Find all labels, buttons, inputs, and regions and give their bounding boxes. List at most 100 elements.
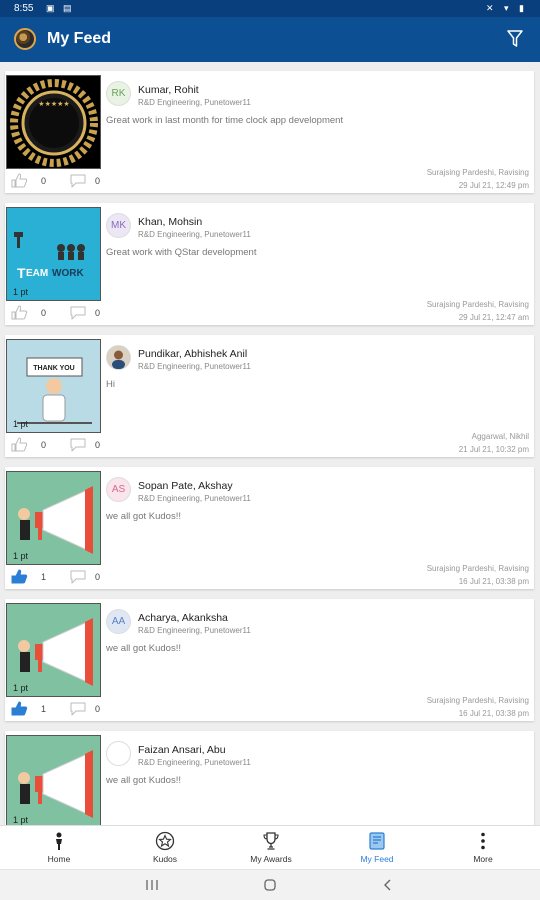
comment-icon[interactable]	[69, 305, 87, 320]
avatar[interactable]	[106, 345, 131, 370]
recipient-name[interactable]: Kumar, Rohit	[138, 84, 199, 96]
feed-card[interactable]: ★★★★★ RK Kumar, Rohit R&D Engineering, P…	[5, 71, 534, 193]
kudos-message: we all got Kudos!!	[106, 511, 181, 522]
comment-count: 0	[95, 704, 101, 714]
nav-label: My Awards	[250, 854, 292, 864]
like-count: 0	[41, 440, 47, 450]
avatar-initials: MK	[111, 220, 126, 231]
svg-text:★★★★★: ★★★★★	[38, 100, 69, 108]
nav-more[interactable]: More	[429, 826, 537, 870]
comment-count: 0	[95, 308, 101, 318]
svg-text:EAM: EAM	[26, 268, 48, 279]
recipient-department: R&D Engineering, Punetower11	[138, 230, 251, 239]
award-image[interactable]: THANK YOU 1 pt	[6, 339, 101, 433]
avatar-initials: AS	[111, 484, 126, 495]
recipient-name[interactable]: Khan, Mohsin	[138, 216, 202, 228]
recipient-name[interactable]: Acharya, Akanksha	[138, 612, 228, 624]
avatar-initials: AA	[111, 616, 126, 627]
thumbs-up-icon[interactable]	[11, 305, 28, 320]
avatar[interactable]	[106, 741, 131, 766]
kudos-message: we all got Kudos!!	[106, 643, 181, 654]
points-label: 1 pt	[13, 815, 29, 825]
giver-name: Surajsing Pardeshi, Ravising	[426, 168, 529, 177]
more-vertical-icon	[473, 831, 493, 851]
svg-text:WORK: WORK	[52, 268, 84, 279]
feed-card[interactable]: THANK YOU 1 pt Pundikar, Abhishek Anil R…	[5, 335, 534, 457]
recipient-name[interactable]: Faizan Ansari, Abu	[138, 744, 226, 756]
nav-my-awards[interactable]: My Awards	[217, 826, 325, 870]
post-date: 29 Jul 21, 12:49 pm	[458, 181, 529, 190]
reactions-bar: 0 0	[11, 437, 111, 453]
avatar[interactable]: AA	[106, 609, 131, 634]
award-image[interactable]: 1 pt	[6, 735, 101, 825]
giver-name: Aggarwal, Nikhil	[471, 432, 529, 441]
status-time: 8:55	[14, 3, 34, 14]
nav-kudos[interactable]: Kudos	[111, 826, 219, 870]
post-date: 29 Jul 21, 12:47 am	[458, 313, 529, 322]
giver-name: Surajsing Pardeshi, Ravising	[426, 564, 529, 573]
page-title: My Feed	[47, 30, 112, 47]
thumbs-up-icon[interactable]	[11, 437, 28, 452]
recipient-department: R&D Engineering, Punetower11	[138, 626, 251, 635]
kudos-message: Hi	[106, 379, 115, 390]
award-image[interactable]: T EAM WORK 1 pt	[6, 207, 101, 301]
like-count: 1	[41, 572, 47, 582]
comment-count: 0	[95, 176, 101, 186]
star-badge-icon	[155, 831, 175, 851]
nav-home[interactable]: Home	[5, 826, 113, 870]
like-count: 0	[41, 308, 47, 318]
giver-name: Surajsing Pardeshi, Ravising	[426, 300, 529, 309]
post-date: 16 Jul 21, 03:38 pm	[458, 709, 529, 718]
award-image[interactable]: 1 pt	[6, 603, 101, 697]
avatar-initials: RK	[111, 88, 126, 99]
comment-icon[interactable]	[69, 173, 87, 188]
bottom-navigation: Home Kudos My Awards My Feed More	[0, 825, 540, 869]
points-label: 1 pt	[13, 287, 29, 297]
comment-icon[interactable]	[69, 437, 87, 452]
reactions-bar: 1 0	[11, 569, 111, 585]
home-system-icon[interactable]	[262, 878, 278, 892]
app-bar: My Feed	[0, 17, 540, 62]
nav-my-feed[interactable]: My Feed	[323, 826, 431, 870]
back-icon[interactable]	[380, 878, 396, 892]
app-logo-icon	[14, 28, 36, 50]
recipient-name[interactable]: Pundikar, Abhishek Anil	[138, 348, 247, 360]
feed-card[interactable]: 1 pt AA Acharya, Akanksha R&D Engineerin…	[5, 599, 534, 721]
points-label: 1 pt	[13, 551, 29, 561]
like-count: 0	[41, 176, 47, 186]
svg-text:T: T	[17, 265, 26, 281]
award-image[interactable]: ★★★★★	[6, 75, 101, 169]
points-label: 1 pt	[13, 683, 29, 693]
feed-card[interactable]: 1 pt AS Sopan Pate, Akshay R&D Engineeri…	[5, 467, 534, 589]
feed-card[interactable]: 1 pt Faizan Ansari, Abu R&D Engineering,…	[5, 731, 534, 825]
avatar[interactable]: RK	[106, 81, 131, 106]
comment-count: 0	[95, 572, 101, 582]
thumbs-up-icon[interactable]	[11, 701, 28, 716]
kudos-message: Great work in last month for time clock …	[106, 115, 344, 126]
feed-icon	[367, 831, 387, 851]
nav-label: Home	[47, 854, 71, 864]
thumbs-up-icon[interactable]	[11, 569, 28, 584]
reactions-bar: 0 0	[11, 305, 111, 321]
recents-icon[interactable]	[144, 878, 160, 892]
thumbs-up-icon[interactable]	[11, 173, 28, 188]
feed-list: ★★★★★ RK Kumar, Rohit R&D Engineering, P…	[0, 62, 540, 825]
svg-text:THANK YOU: THANK YOU	[33, 365, 74, 372]
avatar[interactable]: MK	[106, 213, 131, 238]
trophy-icon	[261, 831, 281, 851]
filter-icon[interactable]	[506, 28, 524, 50]
avatar[interactable]: AS	[106, 477, 131, 502]
feed-card[interactable]: T EAM WORK 1 pt MK Khan, Mohsin R&D Engine…	[5, 203, 534, 325]
post-date: 21 Jul 21, 10:32 pm	[458, 445, 529, 454]
system-navigation-bar	[0, 869, 540, 900]
award-image[interactable]: 1 pt	[6, 471, 101, 565]
comment-icon[interactable]	[69, 569, 87, 584]
recipient-name[interactable]: Sopan Pate, Akshay	[138, 480, 233, 492]
recipient-department: R&D Engineering, Punetower11	[138, 362, 251, 371]
comment-icon[interactable]	[69, 701, 87, 716]
kudos-message: we all got Kudos!!	[106, 775, 181, 786]
nav-label: Kudos	[152, 854, 178, 864]
reactions-bar: 0 0	[11, 173, 111, 189]
giver-name: Surajsing Pardeshi, Ravising	[426, 696, 529, 705]
reactions-bar: 1 0	[11, 701, 111, 717]
